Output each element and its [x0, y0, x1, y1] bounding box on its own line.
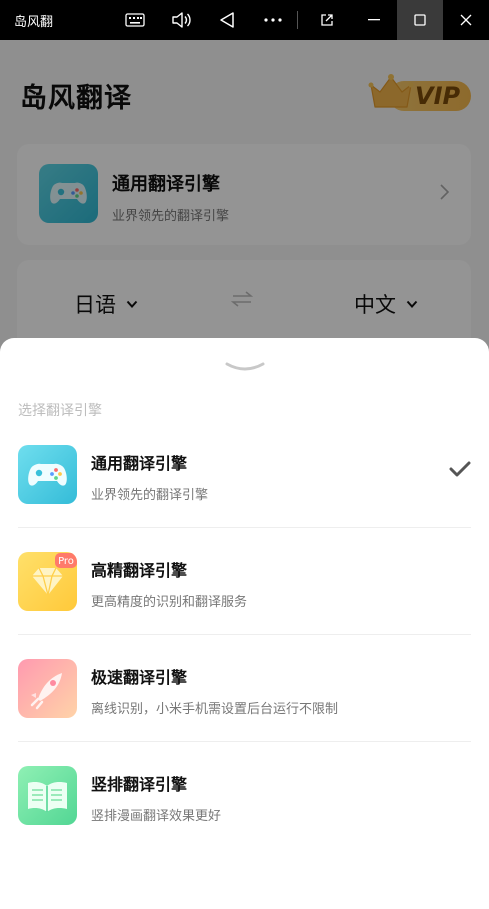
engine-option-precision[interactable]: Pro 高精翻译引擎 更高精度的识别和翻译服务	[0, 552, 489, 659]
back-icon[interactable]	[212, 0, 242, 40]
window-title: 岛风翻	[14, 14, 54, 30]
option-description: 更高精度的识别和翻译服务	[91, 595, 248, 610]
sheet-title: 选择翻译引擎	[18, 403, 102, 419]
volume-icon[interactable]	[166, 0, 196, 40]
option-name: 通用翻译引擎	[91, 454, 188, 473]
gamepad-icon	[18, 445, 77, 504]
option-name: 竖排翻译引擎	[91, 775, 188, 794]
option-description: 离线识别，小米手机需设置后台运行不限制	[91, 702, 339, 717]
minimize-icon[interactable]	[351, 0, 397, 40]
engine-option-general[interactable]: 通用翻译引擎 业界领先的翻译引擎	[0, 445, 489, 552]
option-divider	[18, 527, 471, 528]
external-icon[interactable]	[312, 0, 342, 40]
keyboard-icon[interactable]	[120, 0, 150, 40]
diamond-pro-icon: Pro	[18, 552, 77, 611]
maximize-icon[interactable]	[397, 0, 443, 40]
option-divider	[18, 741, 471, 742]
option-name: 极速翻译引擎	[91, 668, 188, 687]
titlebar-divider	[297, 11, 298, 29]
engine-option-fast[interactable]: 极速翻译引擎 离线识别，小米手机需设置后台运行不限制	[0, 659, 489, 766]
engine-selection-sheet: 选择翻译引擎 通用翻译引擎 业界领先的翻译引擎 Pro 高精翻译引擎 更高精度的…	[0, 338, 489, 909]
option-divider	[18, 634, 471, 635]
engine-option-vertical[interactable]: 竖排翻译引擎 竖排漫画翻译效果更好	[0, 766, 489, 873]
checkmark-icon	[449, 461, 471, 477]
sheet-handle-icon[interactable]	[223, 360, 267, 374]
more-icon[interactable]	[258, 0, 288, 40]
book-icon	[18, 766, 77, 825]
close-icon[interactable]	[443, 0, 489, 40]
option-name: 高精翻译引擎	[91, 561, 188, 580]
pro-badge: Pro	[58, 556, 74, 567]
window-titlebar: 岛风翻	[0, 0, 489, 40]
option-description: 竖排漫画翻译效果更好	[91, 809, 222, 824]
option-description: 业界领先的翻译引擎	[91, 488, 209, 503]
rocket-icon	[18, 659, 77, 718]
